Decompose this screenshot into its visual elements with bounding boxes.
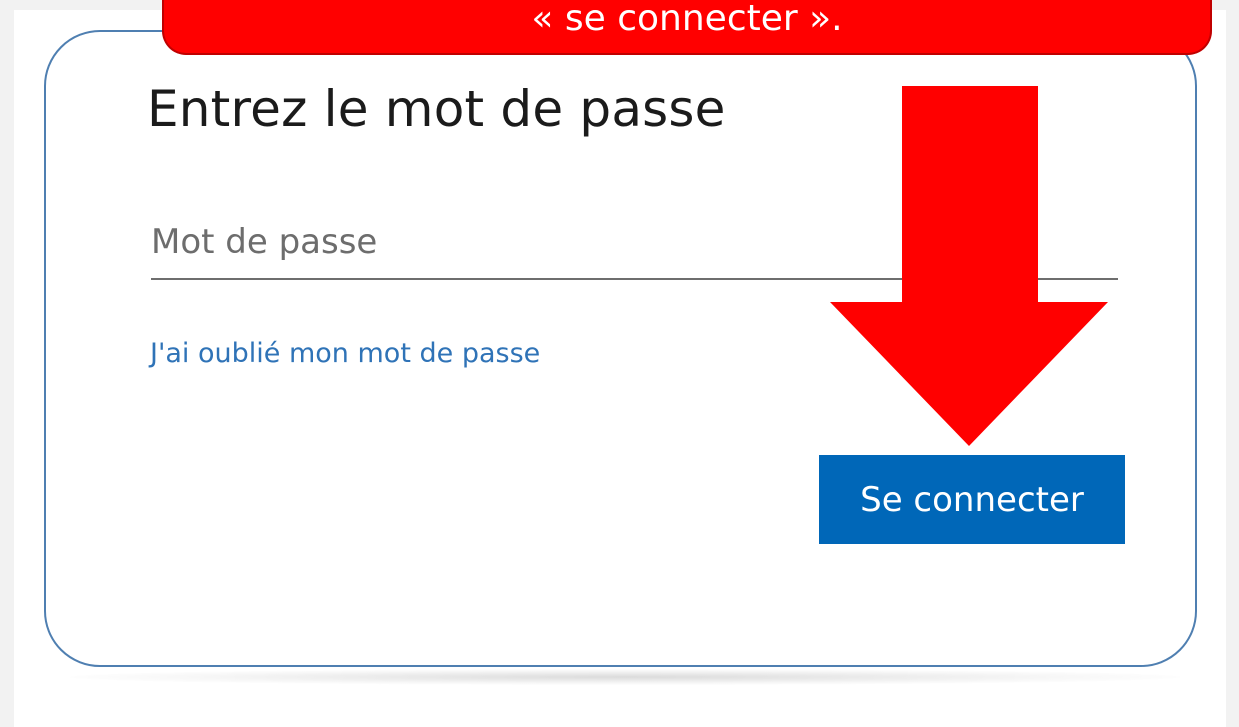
forgot-password-link[interactable]: J'ai oublié mon mot de passe: [150, 338, 540, 369]
down-arrow-icon: [830, 86, 1108, 446]
sign-in-button[interactable]: Se connecter: [819, 455, 1125, 544]
down-arrow-shape: [830, 86, 1108, 446]
page-title: Entrez le mot de passe: [147, 80, 726, 138]
instruction-text: « se connecter ».: [531, 0, 843, 39]
card-shadow: [70, 669, 1180, 685]
instruction-callout: « se connecter ».: [162, 0, 1212, 55]
